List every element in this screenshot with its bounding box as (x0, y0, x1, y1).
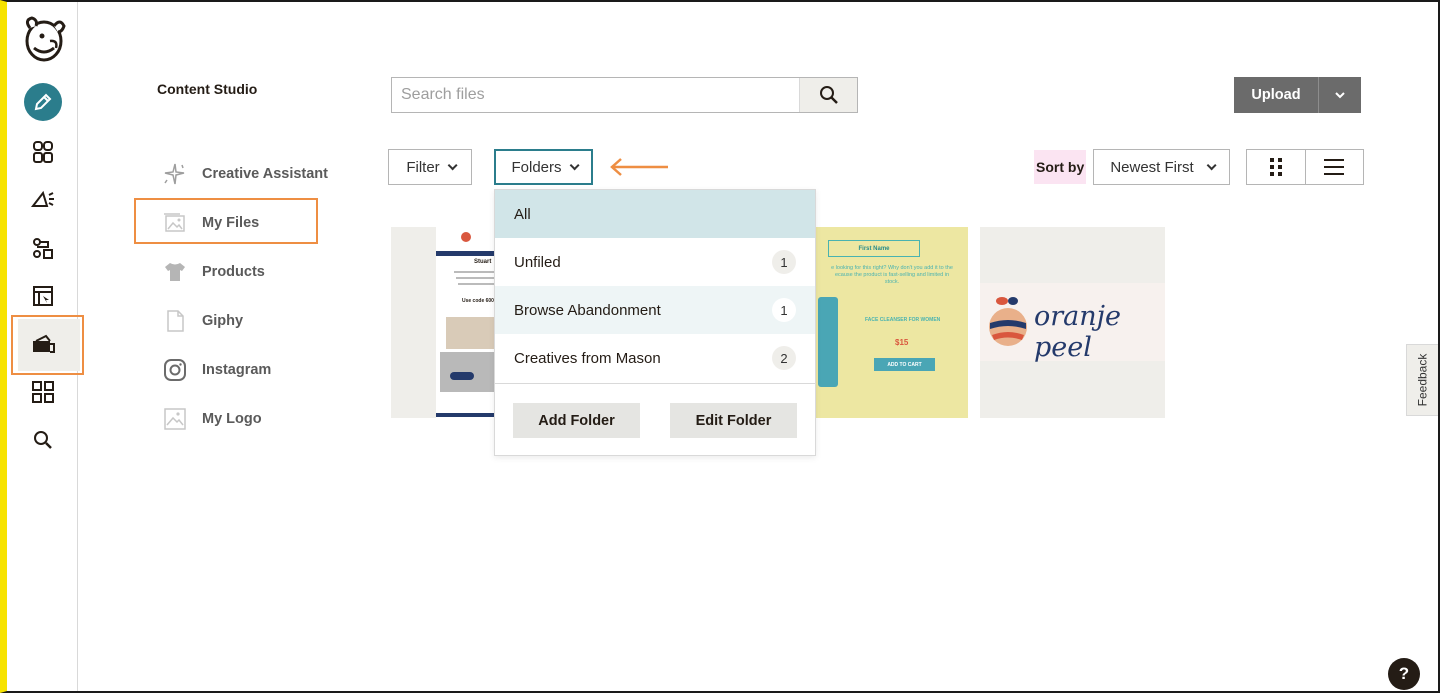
folders-button[interactable]: Folders (494, 149, 593, 185)
chevron-down-icon (569, 159, 580, 170)
edit-folder-button[interactable]: Edit Folder (670, 403, 797, 438)
folder-option-all[interactable]: All (495, 190, 815, 238)
view-toggle (1246, 149, 1364, 185)
upload-button-group: Upload (1234, 77, 1361, 113)
nav-my-logo[interactable]: My Logo (162, 404, 262, 434)
preview-price: $15 (895, 338, 909, 347)
file-thumbnail[interactable]: oranje peel (980, 227, 1165, 418)
nav-label: Giphy (202, 313, 244, 329)
folder-option-browse-abandonment[interactable]: Browse Abandonment 1 (495, 286, 815, 334)
sort-value: Newest First (1110, 158, 1194, 176)
preview-title: Stuart (474, 259, 492, 265)
nav-label: Instagram (202, 362, 272, 378)
chevron-down-icon (1206, 159, 1217, 170)
search-input[interactable] (392, 78, 799, 112)
folder-count-badge: 1 (772, 298, 796, 322)
document-icon (162, 308, 188, 334)
campaigns-icon[interactable] (21, 180, 65, 220)
filter-button[interactable]: Filter (388, 149, 472, 185)
folder-option-unfiled[interactable]: Unfiled 1 (495, 238, 815, 286)
file-thumbnail[interactable]: Stuart Use code 600E (391, 227, 501, 418)
page-title: Content Studio (157, 81, 258, 97)
mailchimp-logo-icon[interactable] (20, 14, 66, 64)
sparkle-icon (162, 161, 188, 187)
image-icon (162, 210, 188, 236)
automations-icon[interactable] (21, 228, 65, 268)
search-icon[interactable] (21, 420, 65, 460)
logo-image-icon (162, 406, 188, 432)
folder-label: Browse Abandonment (514, 301, 661, 319)
preview-code: Use code 600E (462, 298, 498, 304)
email-preview: Stuart Use code 600E (436, 227, 501, 418)
content-studio-icon[interactable] (21, 324, 65, 364)
nav-giphy[interactable]: Giphy (162, 306, 243, 336)
grid-view-button[interactable] (1247, 150, 1305, 184)
tshirt-icon (162, 259, 188, 285)
preview-text: ecause the product is fast-selling and l… (834, 272, 950, 278)
nav-instagram[interactable]: Instagram (162, 355, 271, 385)
nav-label: My Logo (202, 411, 262, 427)
folder-label: Unfiled (514, 253, 561, 271)
folders-dropdown: All Unfiled 1 Browse Abandonment 1 Creat… (494, 189, 816, 456)
folders-label: Folders (511, 158, 562, 176)
folders-dropdown-footer: Add Folder Edit Folder (495, 383, 815, 457)
audience-icon[interactable] (21, 132, 65, 172)
integrations-icon[interactable] (21, 372, 65, 412)
feedback-tab[interactable]: Feedback (1406, 344, 1438, 416)
folder-label: All (514, 205, 531, 223)
sort-select[interactable]: Newest First (1093, 149, 1230, 185)
nav-my-files[interactable]: My Files (162, 208, 259, 238)
nav-label: Products (202, 264, 265, 280)
preview-product: FACE CLEANSER FOR WOMEN (865, 317, 941, 323)
upload-button[interactable]: Upload (1234, 77, 1318, 113)
nav-label: My Files (202, 215, 260, 231)
chevron-down-icon (1335, 92, 1345, 99)
sort-by-label: Sort by (1034, 150, 1087, 184)
app-rail (7, 2, 84, 691)
preview-cta: ADD TO CART (874, 358, 935, 371)
preview-text: stock. (884, 279, 900, 285)
nav-products[interactable]: Products (162, 257, 265, 287)
website-icon[interactable] (21, 276, 65, 316)
list-lines-icon (1324, 159, 1345, 175)
arrow-left-icon (610, 158, 668, 176)
folder-count-badge: 2 (772, 346, 796, 370)
product-bottle (818, 297, 838, 387)
nav-label: Creative Assistant (202, 166, 328, 182)
orange-logo-icon (989, 297, 1027, 346)
file-thumbnail[interactable]: First Name e looking for this right? Why… (815, 227, 968, 418)
magnifier-icon (819, 86, 838, 104)
add-folder-button[interactable]: Add Folder (513, 403, 640, 438)
folder-count-badge: 1 (772, 250, 796, 274)
chevron-down-icon (447, 159, 458, 170)
list-view-button[interactable] (1304, 150, 1364, 184)
pencil-icon (34, 93, 52, 111)
instagram-icon (162, 357, 188, 383)
grid-dots-icon (1269, 158, 1282, 176)
filter-label: Filter (406, 158, 440, 176)
brand-wordmark: oranje peel (1034, 301, 1121, 363)
folder-option-creatives-from-mason[interactable]: Creatives from Mason 2 (495, 334, 815, 382)
preview-text: e looking for this right? Why don't you … (831, 265, 953, 271)
upload-menu-button[interactable] (1318, 77, 1361, 113)
nav-creative-assistant[interactable]: Creative Assistant (162, 159, 328, 189)
search-button[interactable] (799, 78, 857, 112)
help-button[interactable]: ? (1388, 658, 1420, 690)
feedback-label: Feedback (1415, 353, 1430, 407)
preview-field: First Name (828, 240, 920, 257)
search-bar (391, 77, 858, 113)
folder-label: Creatives from Mason (514, 349, 661, 367)
create-button[interactable] (24, 83, 62, 121)
